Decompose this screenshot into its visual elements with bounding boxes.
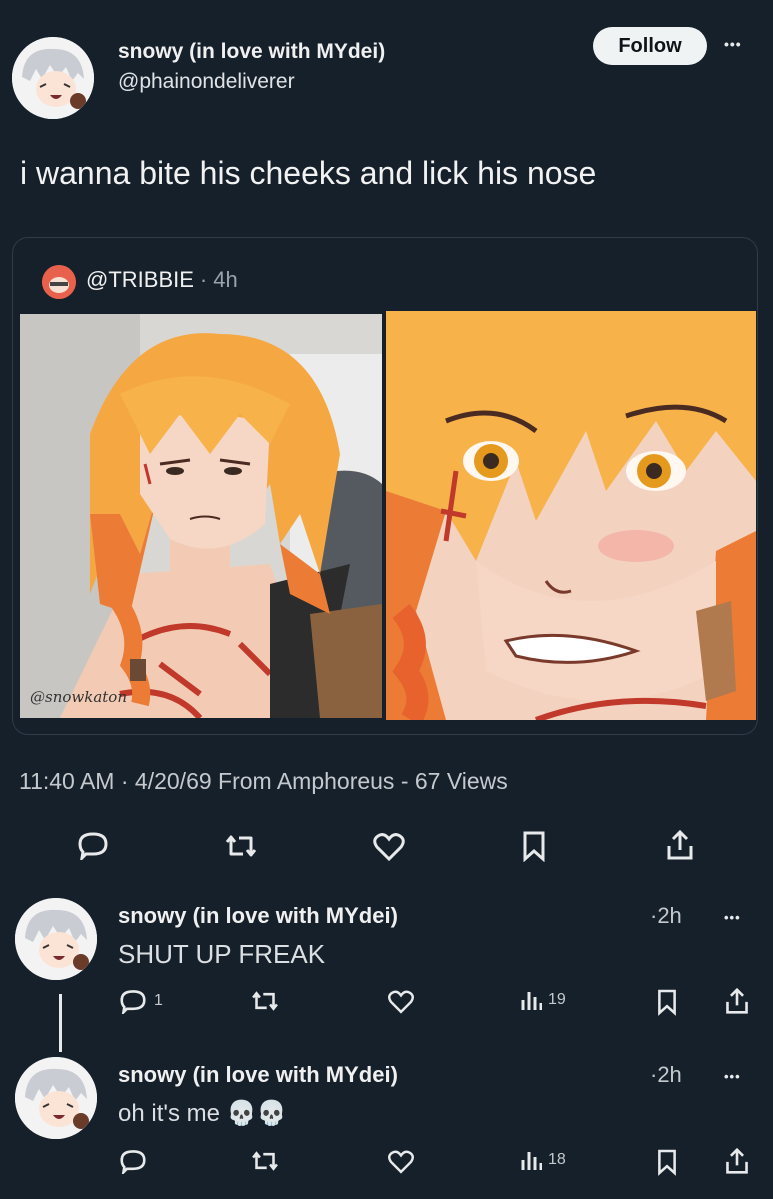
thread-line bbox=[59, 994, 62, 1052]
reply-avatar[interactable] bbox=[15, 898, 97, 980]
quoted-age: 4h bbox=[213, 267, 238, 292]
views-action[interactable]: 19 bbox=[520, 988, 566, 1012]
retweet-icon[interactable] bbox=[248, 989, 282, 1013]
reply-reply-action[interactable]: 1 bbox=[118, 988, 163, 1014]
share-icon[interactable] bbox=[724, 1146, 750, 1176]
tweet-text: i wanna bite his cheeks and lick his nos… bbox=[20, 155, 597, 191]
tweet-meta: 11:40 AM · 4/20/69 From Amphoreus - 67 V… bbox=[19, 768, 508, 794]
views-action[interactable]: 18 bbox=[520, 1148, 566, 1172]
reply-age: ·2h bbox=[650, 903, 682, 928]
reply-more-icon[interactable]: ••• bbox=[724, 910, 741, 925]
quoted-separator: · bbox=[199, 267, 208, 292]
views-count: 18 bbox=[548, 1151, 566, 1168]
reply-icon[interactable] bbox=[76, 830, 110, 860]
like-icon[interactable] bbox=[387, 1149, 415, 1175]
reply-text: SHUT UP FREAK bbox=[118, 939, 326, 969]
bookmark-icon[interactable] bbox=[656, 988, 678, 1016]
reply-avatar[interactable] bbox=[15, 1057, 97, 1139]
bookmark-icon[interactable] bbox=[656, 1148, 678, 1176]
like-icon[interactable] bbox=[372, 832, 406, 862]
views-chart-icon bbox=[520, 988, 542, 1012]
share-icon[interactable] bbox=[665, 828, 695, 862]
artwork-right[interactable] bbox=[386, 311, 756, 720]
reply-age: ·2h bbox=[650, 1062, 682, 1087]
quoted-handle[interactable]: @TRIBBIE bbox=[86, 267, 194, 293]
like-icon[interactable] bbox=[387, 989, 415, 1015]
reply-count: 1 bbox=[154, 992, 163, 1009]
bookmark-icon[interactable] bbox=[521, 830, 547, 862]
reply-icon bbox=[118, 988, 148, 1014]
artwork-left[interactable] bbox=[20, 314, 382, 718]
quoted-author-avatar[interactable] bbox=[42, 265, 76, 299]
retweet-icon[interactable] bbox=[248, 1149, 282, 1173]
views-chart-icon bbox=[520, 1148, 542, 1172]
reply-text: oh it's me 💀💀 bbox=[118, 1100, 287, 1127]
artist-signature: @snowkaton bbox=[30, 688, 127, 706]
views-count: 19 bbox=[548, 991, 566, 1008]
reply-more-icon[interactable]: ••• bbox=[724, 1069, 741, 1084]
author-display-name[interactable]: snowy (in love with MYdei) bbox=[118, 40, 385, 64]
retweet-icon[interactable] bbox=[221, 832, 261, 860]
reply-icon bbox=[118, 1148, 148, 1174]
author-avatar[interactable] bbox=[12, 37, 94, 119]
follow-button[interactable]: Follow bbox=[593, 27, 707, 65]
author-handle[interactable]: @phainondeliverer bbox=[118, 70, 295, 94]
reply-display-name[interactable]: snowy (in love with MYdei) bbox=[118, 1062, 398, 1088]
more-options-icon[interactable]: ••• bbox=[724, 36, 742, 52]
reply-display-name[interactable]: snowy (in love with MYdei) bbox=[118, 903, 398, 929]
reply-reply-action[interactable] bbox=[118, 1148, 154, 1174]
share-icon[interactable] bbox=[724, 986, 750, 1016]
